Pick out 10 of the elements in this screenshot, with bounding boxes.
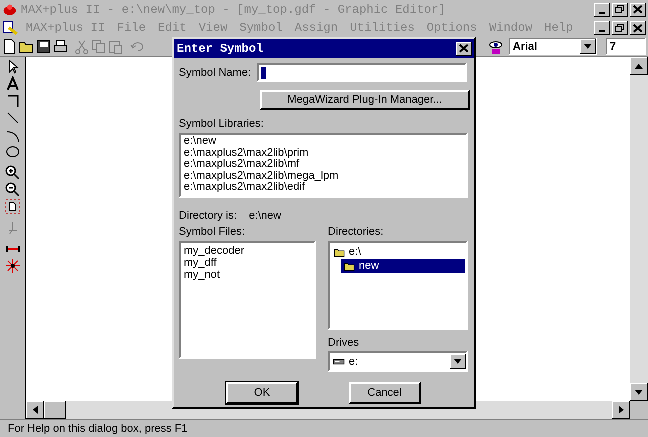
field-label: Symbol Name: — [179, 66, 252, 78]
field-label: Symbol Files: — [179, 226, 246, 238]
status-text: For Help on this dialog box, press F1 — [8, 422, 188, 434]
directory-path: e:\new — [249, 210, 282, 222]
window-title: MAX+plus II - e:\new\my_top - [my_top.gdf - Graphic Editor] — [21, 2, 447, 16]
dialog-title-bar: Enter Symbol — [174, 39, 474, 58]
field-label: Directories: — [328, 226, 385, 238]
field-label: Drives — [328, 337, 360, 349]
field-label: Symbol Libraries: — [179, 118, 265, 130]
field-label: Directory is: — [179, 210, 238, 222]
